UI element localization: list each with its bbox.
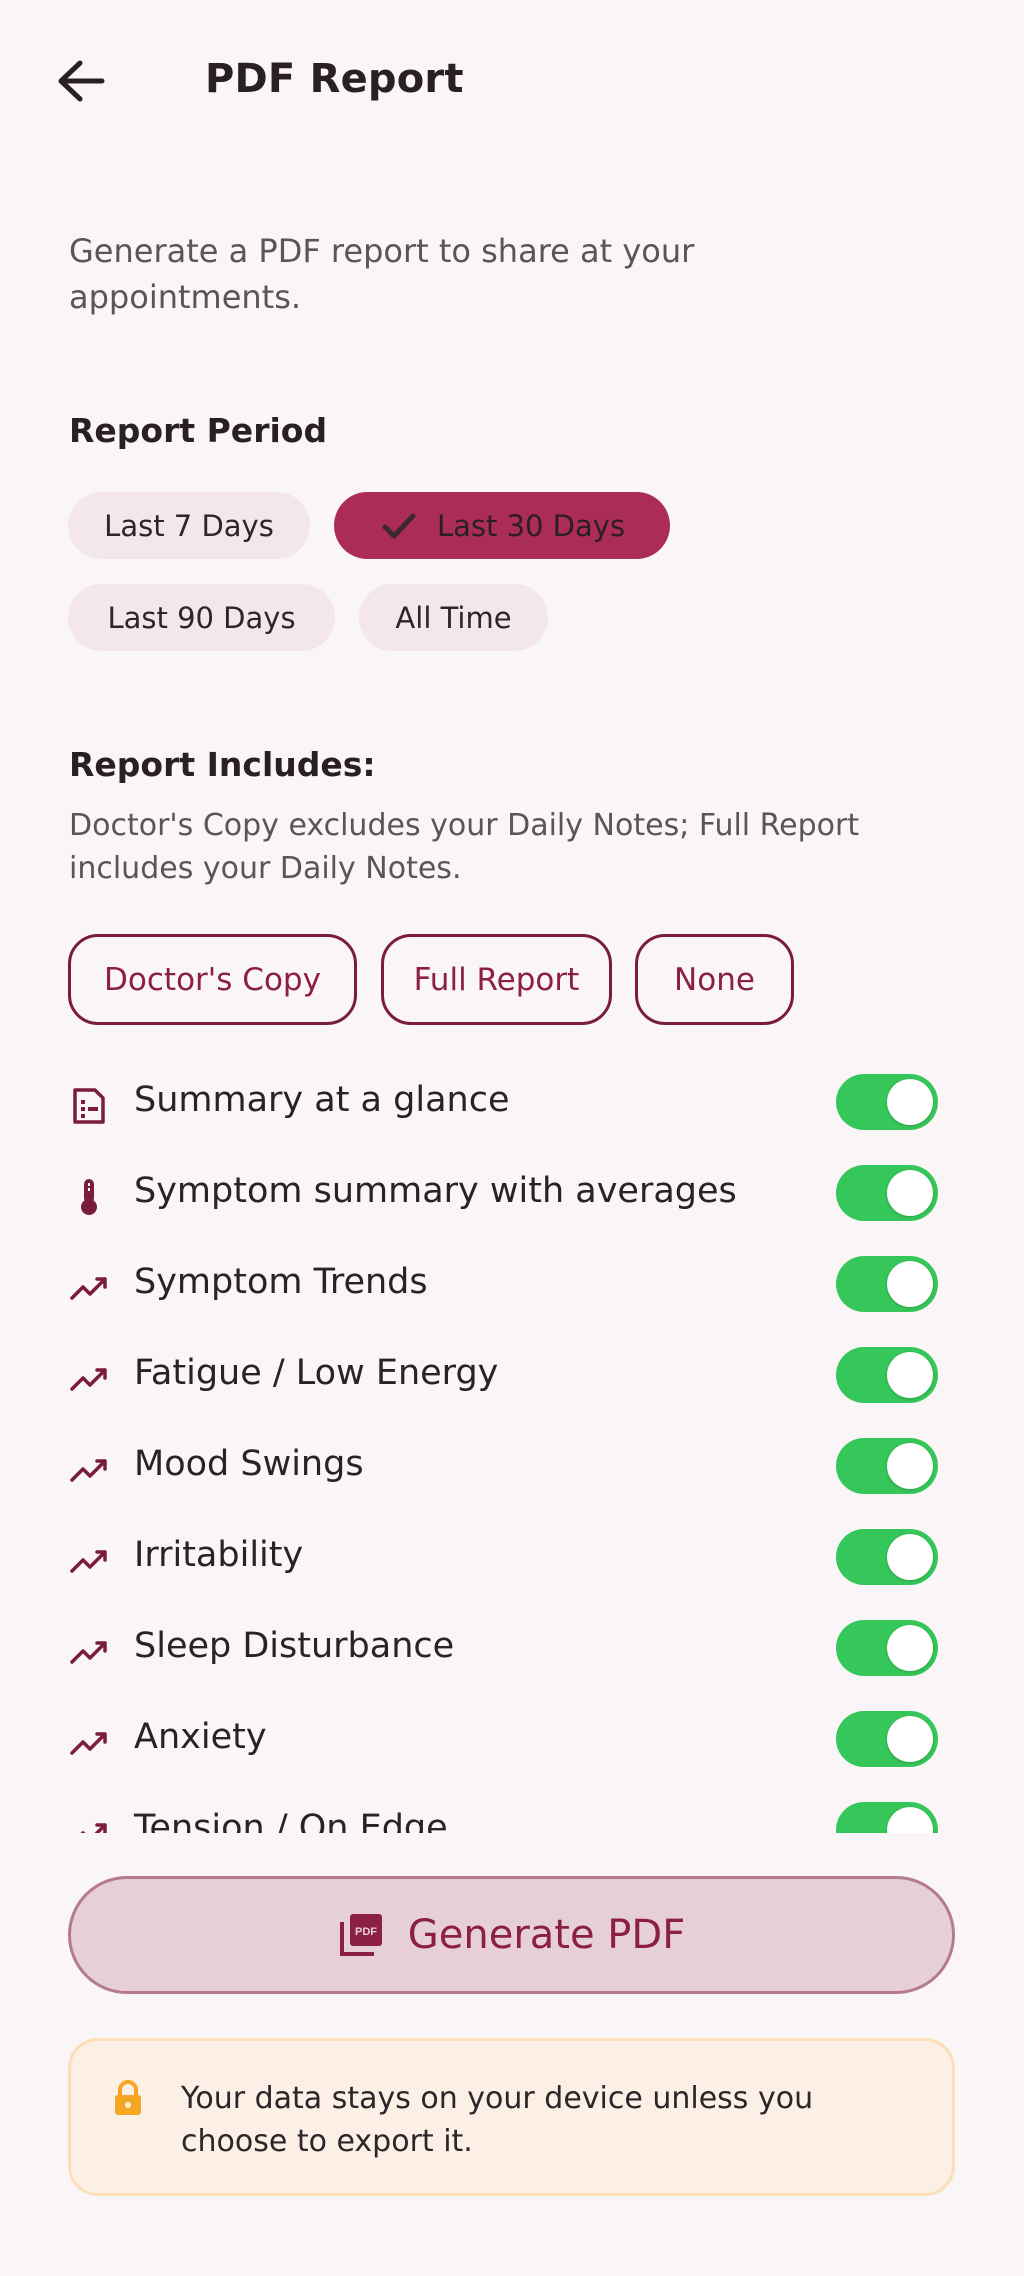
chip-last-30-days[interactable]: Last 30 Days <box>334 492 670 559</box>
symptom-summary-toggle[interactable] <box>836 1165 938 1221</box>
pdf-report-screen: PDF Report Generate a PDF report to shar… <box>0 0 1024 2276</box>
trend-icon <box>70 1368 107 1391</box>
list-item[interactable]: Irritability <box>0 1515 1024 1606</box>
arrow-back-icon <box>58 60 105 102</box>
report-includes-description: Doctor's Copy excludes your Daily Notes;… <box>69 808 860 886</box>
trend-icon <box>70 1732 107 1755</box>
report-period-title: Report Period <box>69 411 328 450</box>
trend-icon <box>70 1459 107 1482</box>
list-item[interactable]: Sleep Disturbance <box>0 1606 1024 1697</box>
list-item[interactable]: Anxiety <box>0 1697 1024 1788</box>
svg-text:PDF: PDF <box>355 1926 377 1938</box>
list-item[interactable]: Symptom summary with averages <box>0 1151 1024 1242</box>
item-label: Mood Swings <box>134 1444 364 1484</box>
chip-label: Last 30 Days <box>436 508 626 543</box>
lock-icon <box>115 2080 141 2115</box>
summary-icon <box>73 1088 105 1124</box>
chip-all-time[interactable]: All Time <box>359 584 548 651</box>
list-item[interactable]: Mood Swings <box>0 1424 1024 1515</box>
privacy-info-text: Your data stays on your device unless yo… <box>181 2081 814 2159</box>
toggle-knob <box>887 1534 933 1580</box>
toggle-knob <box>887 1352 933 1398</box>
trend-icon <box>70 1641 107 1664</box>
trend-icon <box>80 1823 107 1833</box>
list-item[interactable]: Fatigue / Low Energy <box>0 1333 1024 1424</box>
chip-last-7-days[interactable]: Last 7 Days <box>68 492 310 559</box>
full-report-button[interactable]: Full Report <box>381 934 612 1025</box>
toggle-knob <box>887 1443 933 1489</box>
report-items-list[interactable]: Summary at a glance Symptom summary with… <box>0 1060 1024 1833</box>
anxiety-toggle[interactable] <box>836 1711 938 1767</box>
toggle-knob <box>887 1625 933 1671</box>
privacy-info-card: Your data stays on your device unless yo… <box>68 2038 955 2196</box>
toggle-knob <box>887 1079 933 1125</box>
thermometer-icon <box>81 1179 97 1215</box>
page-title: PDF Report <box>205 56 464 102</box>
mood-swings-toggle[interactable] <box>836 1438 938 1494</box>
toggle-knob <box>887 1716 933 1762</box>
item-label: Sleep Disturbance <box>134 1626 455 1666</box>
item-label: Anxiety <box>134 1717 267 1757</box>
chip-label: All Time <box>395 600 512 635</box>
irritability-toggle[interactable] <box>836 1529 938 1585</box>
trend-icon <box>70 1550 107 1573</box>
report-includes-title: Report Includes: <box>69 745 376 784</box>
item-label: Irritability <box>134 1535 304 1575</box>
generate-pdf-label: Generate PDF <box>407 1912 686 1958</box>
toggle-knob <box>887 1261 933 1307</box>
none-button[interactable]: None <box>635 934 794 1025</box>
symptom-trends-toggle[interactable] <box>836 1256 938 1312</box>
item-label: Tension / On Edge <box>134 1808 448 1833</box>
chip-label: Last 7 Days <box>104 508 274 543</box>
generate-pdf-button[interactable]: PDF Generate PDF <box>68 1876 955 1994</box>
list-item[interactable]: Summary at a glance <box>0 1060 1024 1151</box>
fatigue-toggle[interactable] <box>836 1347 938 1403</box>
doctors-copy-button[interactable]: Doctor's Copy <box>68 934 357 1025</box>
list-item[interactable]: Symptom Trends <box>0 1242 1024 1333</box>
trend-icon <box>70 1277 107 1300</box>
chip-label: Last 90 Days <box>107 600 296 635</box>
item-label: Symptom Trends <box>134 1262 428 1302</box>
page-description: Generate a PDF report to share at your a… <box>69 232 695 316</box>
back-button[interactable] <box>50 50 112 112</box>
pdf-icon: PDF <box>339 1914 382 1956</box>
app-bar: PDF Report <box>0 0 1024 165</box>
item-label: Fatigue / Low Energy <box>134 1353 499 1393</box>
toggle-knob <box>887 1170 933 1216</box>
item-label: Symptom summary with averages <box>134 1171 737 1211</box>
toggle-knob <box>887 1807 933 1833</box>
summary-toggle[interactable] <box>836 1074 938 1130</box>
item-label: Summary at a glance <box>134 1080 510 1120</box>
check-icon <box>382 513 416 538</box>
chip-last-90-days[interactable]: Last 90 Days <box>68 584 335 651</box>
sleep-disturbance-toggle[interactable] <box>836 1620 938 1676</box>
tension-toggle[interactable] <box>836 1802 938 1833</box>
list-item[interactable]: Tension / On Edge <box>0 1788 1024 1833</box>
